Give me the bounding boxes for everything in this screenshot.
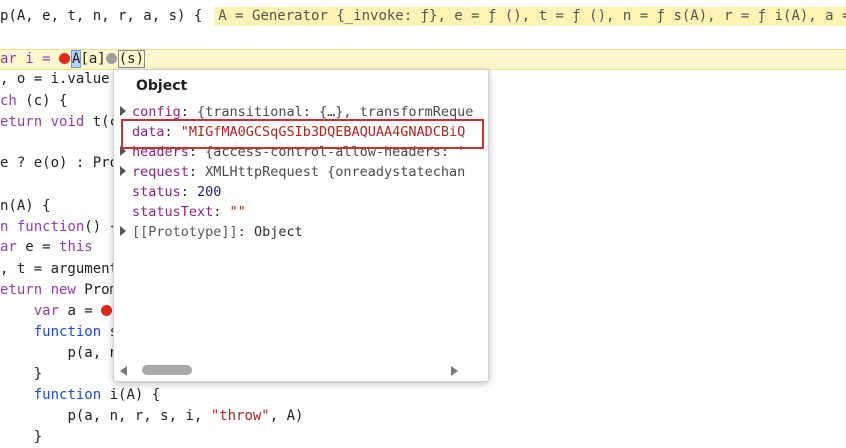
property-separator: : xyxy=(188,164,206,180)
code-text: (s) xyxy=(117,50,146,68)
code-line-15: function i(A) { xyxy=(0,385,846,406)
code-text: } xyxy=(33,429,43,445)
inline-variable-values: A = Generator {_invoke: ƒ}, e = ƒ (), t … xyxy=(214,7,846,26)
code-text: , A) xyxy=(269,408,304,424)
code-line-0: p(A, e, t, n, r, a, s) { A = Generator {_… xyxy=(0,6,846,27)
property-value: "" xyxy=(229,204,246,220)
expand-triangle-icon[interactable] xyxy=(120,166,126,176)
code-text: ar i = xyxy=(0,51,60,67)
property-separator: : xyxy=(237,224,254,240)
scroll-left-arrow-icon[interactable] xyxy=(120,366,127,376)
horizontal-scrollbar[interactable] xyxy=(118,363,462,377)
property-value: Object xyxy=(253,224,303,240)
property-statustext[interactable]: statusText: "" xyxy=(120,202,480,222)
property-value: XMLHttpRequest {onreadystatechan xyxy=(205,164,466,180)
property-status[interactable]: status: 200 xyxy=(120,182,480,202)
property-separator: : xyxy=(180,104,198,120)
code-text: p(A, e, t, n, r, a, s) { xyxy=(0,8,203,24)
breakpoint-marker-icon[interactable] xyxy=(101,305,113,316)
code-keyword: function xyxy=(33,324,102,340)
property-key: config xyxy=(132,104,181,120)
code-text: Prom xyxy=(75,282,119,298)
code-text: [a] xyxy=(80,51,106,67)
code-string: "throw" xyxy=(210,408,270,424)
property-separator: : xyxy=(213,204,230,220)
expand-triangle-icon[interactable] xyxy=(120,226,126,236)
property-value: 200 xyxy=(197,184,222,200)
inactive-breakpoint-marker-icon[interactable] xyxy=(105,53,117,64)
expand-triangle-icon[interactable] xyxy=(120,106,126,116)
object-preview-popover: Object config: {transitional: {…}, trans… xyxy=(113,69,489,382)
code-text: } xyxy=(33,366,43,382)
code-text: a = xyxy=(59,303,102,319)
code-keyword: ar xyxy=(0,239,17,255)
code-keyword: eturn new xyxy=(0,282,76,298)
code-text: p(a, n, r, s, i, xyxy=(67,408,211,424)
code-text: , o = i.value xyxy=(0,71,110,87)
code-line-17: } xyxy=(0,427,846,448)
property-key: status xyxy=(132,184,181,200)
code-text: e ? e(o) : Pro xyxy=(0,155,119,171)
code-keyword: function xyxy=(33,387,102,403)
code-keyword: eturn void xyxy=(0,114,85,130)
property-request[interactable]: request: XMLHttpRequest {onreadystatecha… xyxy=(120,162,480,182)
scrollbar-thumb[interactable] xyxy=(142,365,192,375)
breakpoint-marker-icon[interactable] xyxy=(59,53,71,64)
code-keyword: this xyxy=(59,239,93,255)
property-key: request xyxy=(132,164,189,180)
scroll-right-arrow-icon[interactable] xyxy=(451,366,458,376)
code-keyword: ch xyxy=(0,93,17,109)
code-keyword: n function xyxy=(0,219,85,235)
property-value: {transitional: {…}, transformReque xyxy=(197,104,474,120)
code-line-16: p(a, n, r, s, i, "throw", A) xyxy=(0,406,846,427)
code-text: n(A) { xyxy=(0,198,51,214)
property-prototype[interactable]: [[Prototype]]: Object xyxy=(120,222,480,242)
code-text: , t = argument xyxy=(0,261,119,277)
paused-code-line: ar i = A[a] (s) xyxy=(0,49,846,70)
code-keyword: var xyxy=(33,303,60,319)
code-text: e = xyxy=(16,239,60,255)
property-separator: : xyxy=(180,184,198,200)
property-key: [[Prototype]] xyxy=(132,224,238,240)
property-key: statusText xyxy=(132,204,214,220)
data-highlight-box xyxy=(121,119,484,149)
code-text: i(A) { xyxy=(101,387,161,403)
code-text: (c) { xyxy=(16,93,68,109)
popover-title: Object xyxy=(136,78,188,94)
